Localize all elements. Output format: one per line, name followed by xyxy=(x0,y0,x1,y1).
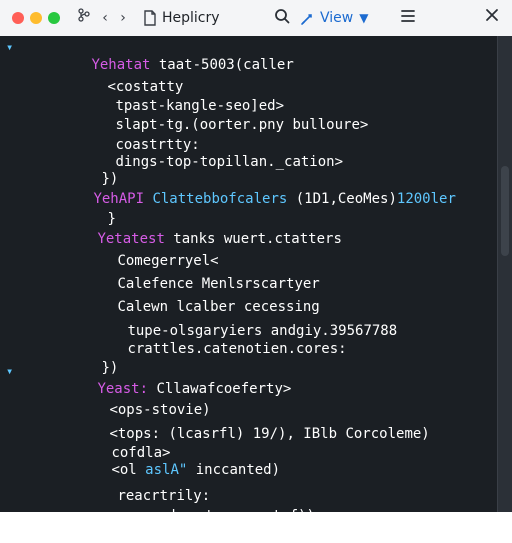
minimize-window-button[interactable] xyxy=(30,12,42,24)
code-line: <costatty xyxy=(40,60,183,95)
code-line: tupe-olsgaryiers andgiy.39567788 xyxy=(60,304,397,339)
chevron-right-icon[interactable]: › xyxy=(113,8,133,28)
code-content: ▾ Yehatat taat-5003(caller <costatty tpa… xyxy=(0,36,498,524)
view-label: View xyxy=(320,10,354,26)
code-line: <ops-stovie) xyxy=(42,383,210,418)
code-line: YehAPI Clattebbofcalers (1D1,CeoMes)1200… xyxy=(26,172,455,207)
close-window-button[interactable] xyxy=(12,12,24,24)
code-token-string: 1200ler xyxy=(396,191,456,207)
code-line: <tops: (lcasrfl) 19/), IBlb Corcoleme) xyxy=(42,407,429,442)
editor-window: ‹ › Heplicry View ▼ ▾ Yehatat taat-5003(… xyxy=(0,0,512,524)
fold-toggle-icon[interactable]: ▾ xyxy=(6,38,18,56)
title-bar: ‹ › Heplicry View ▼ xyxy=(0,0,512,37)
code-line: slapt-tg.(oorter.pny bulloure> xyxy=(48,98,368,133)
hamburger-menu-icon[interactable] xyxy=(398,8,418,28)
search-icon[interactable] xyxy=(272,8,292,28)
code-line: Comegerryel< xyxy=(50,234,218,269)
code-line: cofdla> xyxy=(44,426,170,461)
chevron-down-icon: ▼ xyxy=(359,11,369,25)
chevron-left-icon[interactable]: ‹ xyxy=(95,8,115,28)
fold-toggle-icon[interactable]: ▾ xyxy=(6,362,18,380)
code-line: }) xyxy=(34,152,118,187)
code-line: Yeast: Cllawafcoeferty> xyxy=(30,362,291,397)
vertical-scrollbar[interactable] xyxy=(497,36,512,512)
code-line: reacrtrily: xyxy=(50,469,210,504)
code-line: presuber tewragratef)) xyxy=(62,489,314,524)
code-token-text: presuber tewragratef)) xyxy=(129,508,315,524)
view-icon xyxy=(300,11,314,25)
scrollbar-thumb[interactable] xyxy=(501,166,509,256)
view-dropdown[interactable]: View ▼ xyxy=(300,7,368,29)
close-icon[interactable] xyxy=(482,8,502,28)
code-line: Calewn lcalber cecessing xyxy=(50,280,319,315)
code-line: <ol aslA" inccanted) xyxy=(44,443,280,478)
code-line: dings-top-topillan._cation> xyxy=(48,135,343,170)
code-token-text: (1D1,CeoMes) xyxy=(295,191,397,207)
code-line: }) xyxy=(34,341,118,376)
code-line: Yehatat taat-5003(caller xyxy=(24,38,293,73)
code-line: crattles.catenotien.cores: xyxy=(60,322,346,357)
code-line: tpast-kangle-seo]ed> xyxy=(48,79,284,114)
window-title: Heplicry xyxy=(162,10,220,26)
document-icon xyxy=(143,10,157,26)
code-line: } xyxy=(40,192,115,227)
code-editor[interactable]: ▾ Yehatat taat-5003(caller <costatty tpa… xyxy=(0,36,512,524)
code-line: Yetatest tanks wuert.ctatters xyxy=(30,212,341,247)
branch-icon[interactable] xyxy=(74,8,94,28)
code-line: coastrtty: xyxy=(48,118,199,153)
code-line: Calefence Menlsrscartyer xyxy=(50,257,319,292)
maximize-window-button[interactable] xyxy=(48,12,60,24)
code-token-text: dings-top-topillan._cation> xyxy=(115,154,344,170)
code-token-string: Clattebbofcalers xyxy=(144,191,296,207)
code-token-text: crattles.catenotien.cores: xyxy=(127,341,347,357)
